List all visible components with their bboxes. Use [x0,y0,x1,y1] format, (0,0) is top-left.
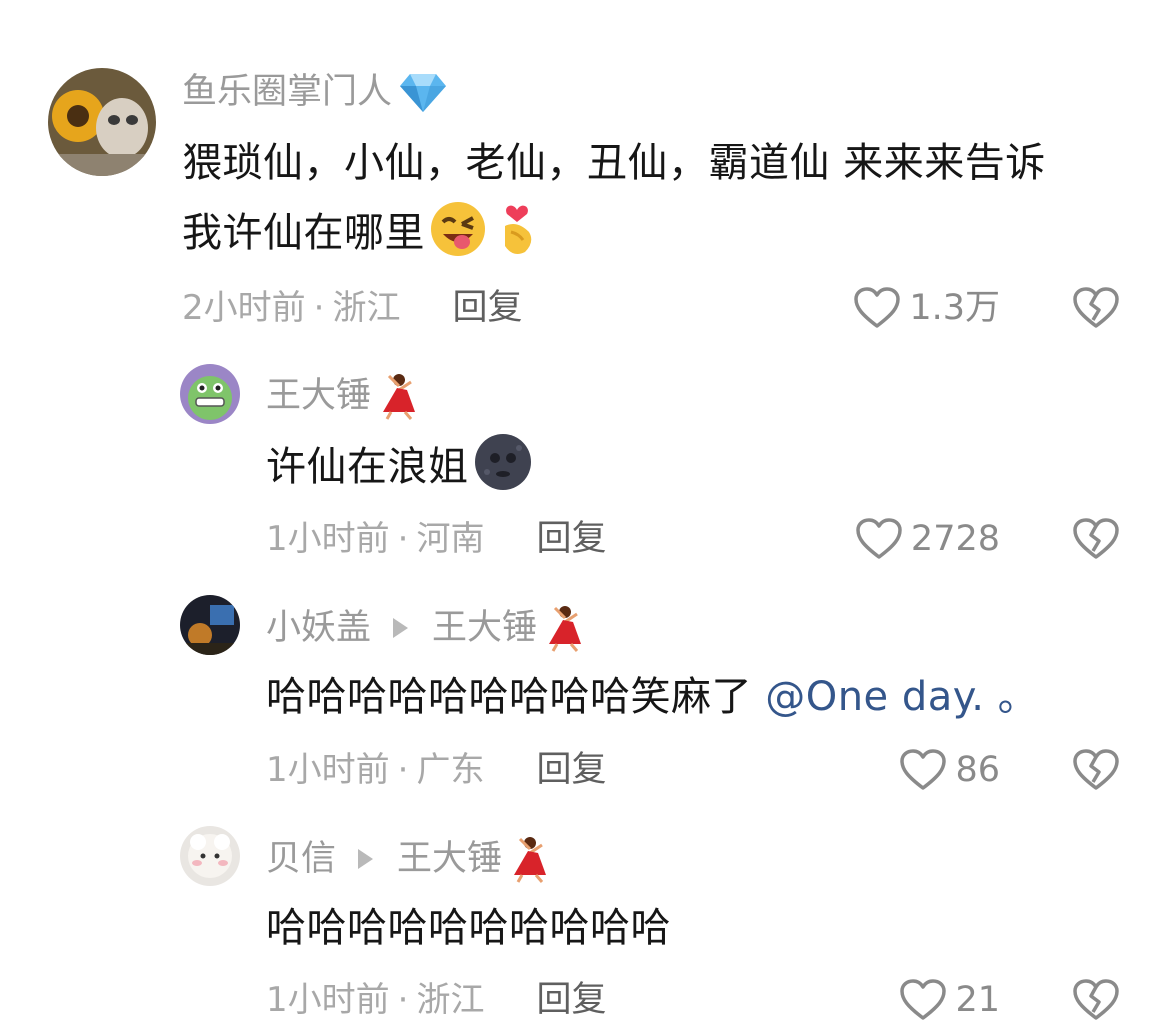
username[interactable]: 鱼乐圈掌门人 [182,70,392,114]
separator-dot: · [397,519,409,559]
comment-author-row: 鱼乐圈掌门人 [182,70,448,114]
comment-text-segment: 许仙在浪姐 [266,444,469,490]
avatar[interactable] [48,68,156,176]
dislike-button[interactable] [1072,978,1120,1022]
reply-button[interactable]: 回复 [536,517,606,561]
broken-heart-icon [1073,287,1119,328]
dancer-emoji [543,604,587,652]
like-button[interactable]: 21 [899,978,1000,1022]
comment-meta: 1小时前 · 广东 回复 [266,748,606,792]
like-count: 21 [955,980,1000,1020]
dislike-button[interactable] [1072,748,1120,792]
reply-to-username[interactable]: 王大锤 [397,837,502,881]
heart-icon [856,518,902,559]
reply-arrow-icon [393,618,409,638]
heart-icon [854,287,901,328]
heart-icon [900,979,947,1020]
comment-text: 哈哈哈哈哈哈哈哈哈笑麻了 @One day. 。 [266,664,1146,730]
comment-meta: 1小时前 · 河南 回复 [266,517,606,561]
comment-text-line: 我许仙在哪里 [182,196,1142,266]
reply-arrow-icon [358,849,374,869]
username[interactable]: 贝信 [266,837,336,881]
comment-author-row: 王大锤 [266,372,421,420]
comment-text-line: 猥琐仙，小仙，老仙，丑仙，霸道仙 来来来告诉 [182,140,1046,186]
comment-location: 河南 [416,519,485,559]
separator-dot: · [397,750,409,790]
comment-meta: 2小时前 · 浙江 回复 [182,286,522,330]
reply-to-username[interactable]: 王大锤 [432,606,537,650]
comment-location: 浙江 [332,288,401,328]
like-button[interactable]: 86 [899,748,1000,792]
comment-author-row: 小妖盖 王大锤 [266,604,587,652]
reply-button[interactable]: 回复 [536,748,606,792]
comment-location: 广东 [416,750,485,790]
broken-heart-icon [1073,749,1119,790]
dancer-emoji [508,835,552,883]
separator-dot: · [397,980,409,1020]
avatar[interactable] [180,826,240,886]
comment-time: 2小时前 [182,288,306,328]
comment-time: 1小时前 [266,980,390,1020]
heart-icon [900,749,947,790]
comment-time: 1小时前 [266,519,390,559]
comment-text: 许仙在浪姐 [266,432,1126,500]
username[interactable]: 小妖盖 [266,606,371,650]
like-count: 1.3万 [909,288,1000,328]
new-moon-face-emoji [473,432,533,492]
like-count: 2728 [910,519,1000,559]
username[interactable]: 王大锤 [266,374,371,418]
comment-author-row: 贝信 王大锤 [266,835,552,883]
comment-text-segment: 哈哈哈哈哈哈哈哈哈笑麻了 [266,674,752,720]
avatar[interactable] [180,364,240,424]
comment-text: 哈哈哈哈哈哈哈哈哈哈 [266,895,1126,961]
dislike-button[interactable] [1072,286,1120,330]
comment-location: 浙江 [416,980,485,1020]
comment-text-segment: 我许仙在哪里 [182,210,425,256]
avatar[interactable] [180,595,240,655]
dancer-emoji [377,372,421,420]
reply-button[interactable]: 回复 [452,286,522,330]
finger-heart-emoji [491,196,543,258]
mention-link[interactable]: @One day. 。 [765,674,1038,720]
like-button[interactable]: 2728 [855,517,1000,561]
comment-text-segment: 哈哈哈哈哈哈哈哈哈哈 [266,905,671,951]
comment-meta: 1小时前 · 浙江 回复 [266,978,606,1022]
comment-time: 1小时前 [266,750,390,790]
separator-dot: · [313,288,325,328]
broken-heart-icon [1073,979,1119,1020]
comment-text: 猥琐仙，小仙，老仙，丑仙，霸道仙 来来来告诉 我许仙在哪里 [182,130,1142,266]
dislike-button[interactable] [1072,517,1120,561]
reply-button[interactable]: 回复 [536,978,606,1022]
diamond-icon [398,70,448,114]
like-button[interactable]: 1.3万 [853,286,1000,330]
winking-tongue-emoji [429,200,487,258]
like-count: 86 [955,750,1000,790]
broken-heart-icon [1073,518,1119,559]
